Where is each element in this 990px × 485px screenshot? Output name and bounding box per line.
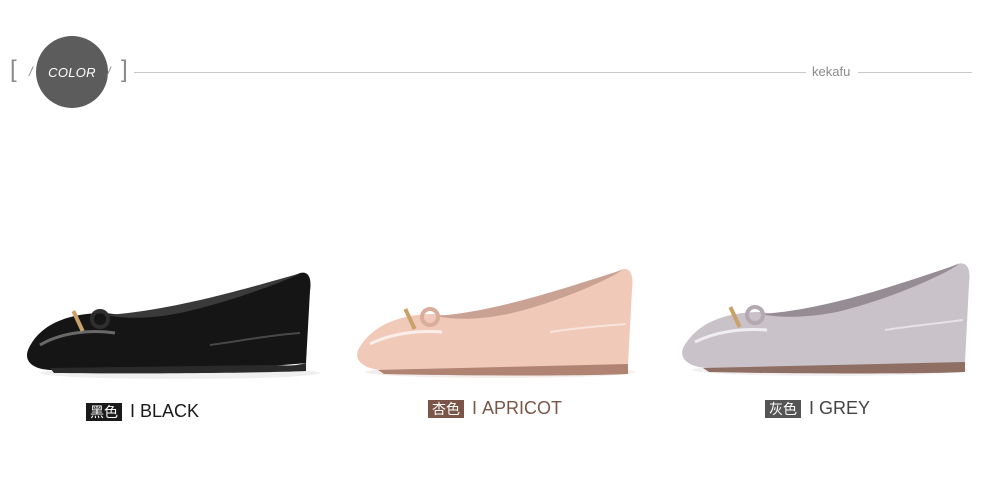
variant-name-apricot: APRICOT [482, 398, 563, 418]
variant-separator: I [472, 398, 478, 418]
header-divider-line-end [858, 72, 972, 73]
shoe-image-apricot [357, 268, 635, 378]
variant-name-grey: GREY [819, 398, 871, 418]
slash-right: / [107, 64, 111, 79]
variant-tag-apricot: 杏色 [428, 399, 464, 418]
variant-name-black: BLACK [140, 401, 200, 421]
color-badge: COLOR [36, 36, 108, 108]
slash-left: / [29, 64, 33, 79]
variant-separator: I [809, 398, 815, 418]
variant-separator: I [130, 401, 136, 421]
shoe-image-black [26, 272, 320, 379]
color-section-header: [ / COLOR / ] kekafu [0, 0, 990, 140]
shoe-image-grey [682, 263, 970, 376]
bracket-left: [ [10, 56, 17, 83]
variant-label-grey: 灰色 I GREY [765, 398, 870, 419]
bracket-right: ] [121, 56, 128, 83]
variant-label-apricot: 杏色 I APRICOT [428, 398, 562, 419]
header-divider-line [134, 72, 806, 73]
variant-tag-black: 黑色 [86, 402, 122, 421]
variant-tag-grey: 灰色 [765, 399, 801, 418]
variant-label-black: 黑色 I BLACK [86, 401, 199, 422]
color-badge-label: COLOR [48, 64, 96, 80]
brand-name: kekafu [812, 64, 851, 79]
